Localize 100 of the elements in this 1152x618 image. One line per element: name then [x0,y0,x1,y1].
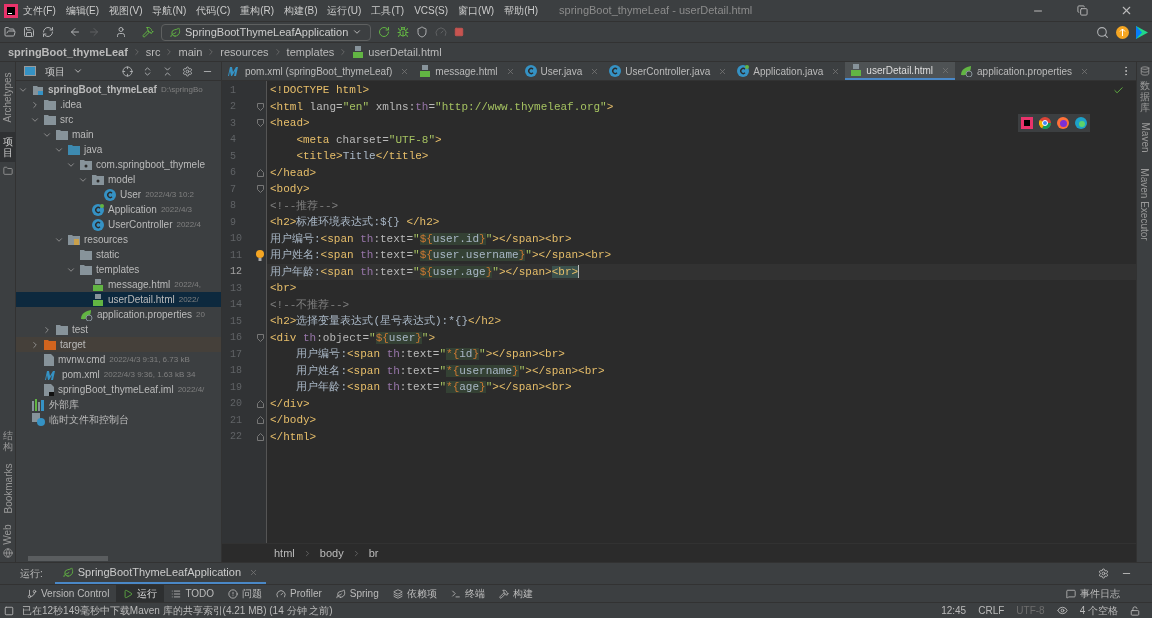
tree-item[interactable]: userDetail.html 2022/ [16,292,221,307]
database-icon[interactable] [1139,66,1150,76]
tree-item[interactable]: static [16,247,221,262]
editor-tab[interactable]: pom.xml (springBoot_thymeLeaf) [222,62,415,80]
close-tab-icon[interactable] [505,66,515,76]
editor-tab[interactable]: Application.java [732,62,846,80]
tree-item[interactable]: message.html 2022/4, [16,277,221,292]
user-icon[interactable] [115,26,127,38]
view-dropdown[interactable]: 项目 [45,63,83,79]
tool-tab[interactable]: Spring [328,585,386,602]
tool-window-button[interactable]: Maven [1137,122,1152,152]
build-icon[interactable] [142,26,154,38]
menu-item[interactable]: 代码(C) [191,3,236,18]
breadcrumb-item[interactable]: resources [220,43,269,61]
status-item[interactable]: 12:45 [941,603,967,618]
plugin-icon[interactable] [1136,25,1148,39]
tree-item[interactable]: .idea [16,97,221,112]
sync-icon[interactable] [42,26,54,38]
bulb-icon[interactable] [256,250,264,261]
settings-icon[interactable] [1098,568,1109,579]
menu-item[interactable]: 文件(F) [18,3,61,18]
menu-item[interactable]: 编辑(E) [60,3,105,18]
browser-icon[interactable] [1057,117,1069,129]
editor-tab[interactable]: application.properties [955,62,1095,80]
menu-item[interactable]: 视图(V) [104,3,148,18]
search-icon[interactable] [1096,25,1109,39]
tree-item[interactable]: com.springboot_thymele [16,157,221,172]
editor-tab[interactable]: userDetail.html [845,62,956,80]
status-item[interactable]: 4 个空格 [1079,603,1118,618]
tool-window-button[interactable]: Archetypes [0,72,15,122]
breadcrumb-item[interactable]: html [274,544,295,562]
save-icon[interactable] [23,26,35,38]
tree-item[interactable]: model [16,172,221,187]
menu-item[interactable]: 帮助(H) [499,3,544,18]
breadcrumb-item[interactable]: src [145,43,161,61]
rerun-icon[interactable] [378,26,391,38]
browser-icon[interactable] [1075,117,1087,129]
tool-tab[interactable]: 终端 [443,585,492,602]
menu-item[interactable]: 窗口(W) [453,3,500,18]
eye-icon[interactable] [1056,605,1068,616]
breadcrumb-item[interactable]: main [178,43,203,61]
locate-icon[interactable] [122,65,133,77]
collapse-all-icon[interactable] [162,65,173,77]
menu-item[interactable]: 构建(B) [279,3,323,18]
tool-tab[interactable]: 运行 [116,585,165,602]
tool-window-button[interactable]: 结构 [0,426,16,456]
debug-icon[interactable] [397,26,410,38]
tree-item[interactable]: 外部库 [16,397,221,412]
globe-icon[interactable] [2,548,13,558]
menu-item[interactable]: 重构(R) [235,3,280,18]
tree-item[interactable]: 临时文件和控制台 [16,412,221,427]
tool-tab[interactable]: 问题 [221,585,270,602]
stop-icon[interactable] [454,27,465,37]
tree-item[interactable]: resources [16,232,221,247]
scrollbar[interactable] [28,555,108,561]
tree-item[interactable]: target [16,337,221,352]
close-tab-icon[interactable] [249,568,259,577]
tree-item[interactable]: templates [16,262,221,277]
profile-icon[interactable] [435,26,448,38]
close-tab-icon[interactable] [1080,66,1090,76]
fold-icon[interactable] [257,185,264,194]
breadcrumb-item[interactable]: templates [286,43,335,61]
lock-icon[interactable] [1130,605,1140,616]
open-icon[interactable] [4,26,16,38]
collapse-chevron-icon[interactable] [30,99,40,110]
collapse-chevron-icon[interactable] [30,339,40,350]
editor-tab[interactable]: message.html [414,62,520,80]
tool-window-button[interactable]: Bookmarks [0,463,15,513]
tool-tab[interactable]: Version Control [20,585,117,602]
tree-item[interactable]: test [16,322,221,337]
tool-window-button[interactable]: 项目 [0,132,16,162]
close-tab-icon[interactable] [400,66,410,76]
tool-window-button[interactable]: Web [0,523,15,545]
breadcrumb-item[interactable]: userDetail.html [368,43,442,61]
fold-end-icon[interactable] [257,168,264,177]
event-log-button[interactable]: 事件日志 [1066,585,1132,602]
tree-item[interactable]: UserController 2022/4 [16,217,221,232]
tool-window-button[interactable]: 数据库 [1136,76,1152,117]
tree-item[interactable]: springBoot_thymeLeaf.iml 2022/4/ [16,382,221,397]
tree-item[interactable]: src [16,112,221,127]
panel-toggle-icon[interactable] [4,605,14,616]
menu-item[interactable]: VCS(S) [409,3,454,18]
browser-icon[interactable] [1021,117,1033,129]
fold-icon[interactable] [257,333,264,342]
collapse-chevron-icon[interactable] [42,324,52,335]
run-tab[interactable]: SpringBootThymeLeafApplication [54,563,267,584]
close-tab-icon[interactable] [590,66,600,76]
update-icon[interactable] [1116,25,1129,39]
editor-tab[interactable]: UserController.java [604,62,733,80]
tree-item[interactable]: java [16,142,221,157]
menu-item[interactable]: 运行(U) [322,3,367,18]
browser-icon[interactable] [1039,117,1051,129]
back-icon[interactable] [69,26,81,38]
tree-item[interactable]: main [16,127,221,142]
tree-item[interactable]: User 2022/4/3 10:2 [16,187,221,202]
tool-window-button[interactable]: Maven Executor [1137,167,1152,241]
close-tab-icon[interactable] [718,66,728,76]
tool-tab[interactable]: 构建 [491,585,540,602]
breadcrumb-item[interactable]: br [368,544,379,562]
folder-icon[interactable] [2,166,13,176]
